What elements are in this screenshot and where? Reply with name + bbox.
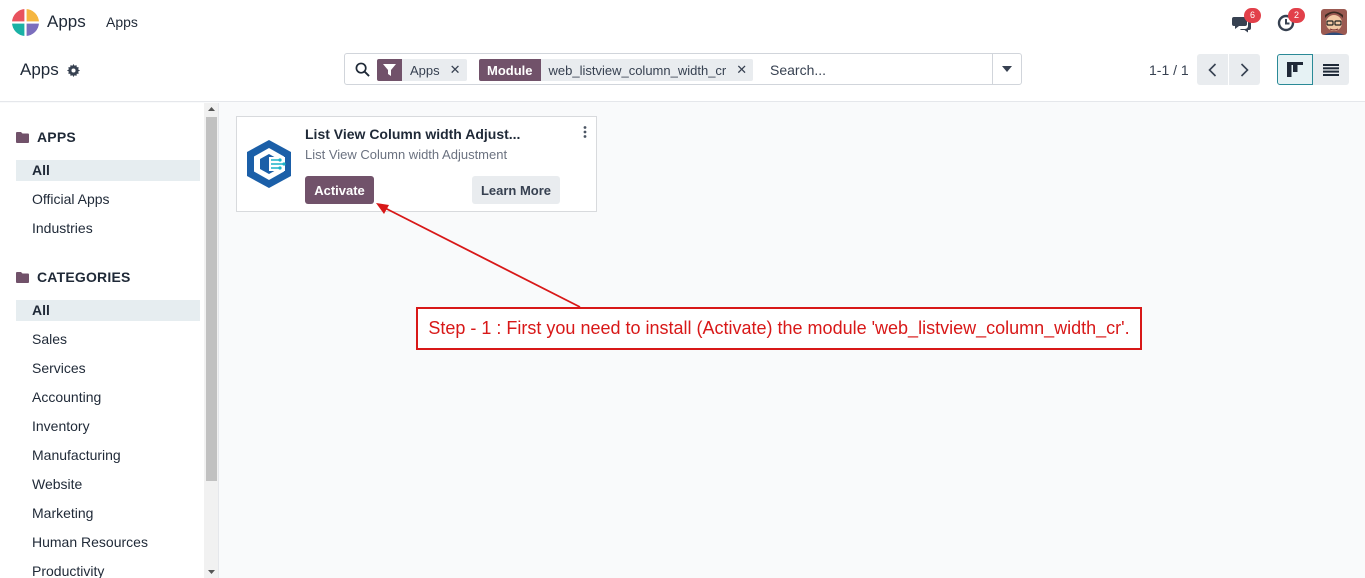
list-view-button[interactable] xyxy=(1313,54,1349,85)
scroll-down-arrow-icon[interactable] xyxy=(204,566,219,578)
sidebar-scrollbar[interactable] xyxy=(204,103,219,578)
sidebar-item-productivity[interactable]: Productivity xyxy=(16,561,200,578)
chevron-right-icon xyxy=(1240,62,1249,77)
sidebar-item-all-apps[interactable]: All xyxy=(16,160,200,181)
pager-previous-button[interactable] xyxy=(1197,54,1228,85)
kanban-icon xyxy=(1287,62,1303,77)
app-name[interactable]: Apps xyxy=(47,12,86,32)
nav-menu-apps[interactable]: Apps xyxy=(106,14,138,30)
sidebar-item-sales[interactable]: Sales xyxy=(16,329,200,350)
activate-button[interactable]: Activate xyxy=(305,176,374,204)
sidebar-item-marketing[interactable]: Marketing xyxy=(16,503,200,524)
top-navbar: Apps Apps 6 2 xyxy=(0,0,1365,44)
gear-icon[interactable] xyxy=(66,63,80,77)
facet-value: web_listview_column_width_cr ✕ xyxy=(540,59,754,81)
module-logo-icon xyxy=(247,140,291,188)
messages-count-badge: 6 xyxy=(1244,8,1261,23)
scroll-thumb[interactable] xyxy=(206,117,217,481)
facet-tag: Module xyxy=(479,59,541,81)
module-summary: List View Column width Adjustment xyxy=(305,147,508,162)
search-input[interactable] xyxy=(770,60,990,80)
breadcrumb: Apps xyxy=(20,60,80,80)
search-bar[interactable]: Apps ✕ Module web_listview_column_width_… xyxy=(344,53,1022,85)
remove-facet-icon[interactable]: ✕ xyxy=(450,62,461,78)
folder-icon xyxy=(16,131,29,143)
module-title[interactable]: List View Column width Adjust... xyxy=(305,126,520,142)
sidebar-item-services[interactable]: Services xyxy=(16,358,200,379)
list-icon xyxy=(1323,63,1339,76)
kanban-view-button[interactable] xyxy=(1277,54,1313,85)
categories-section-heading: CATEGORIES xyxy=(16,269,131,285)
filter-icon xyxy=(383,64,396,76)
sidebar-item-website[interactable]: Website xyxy=(16,474,200,495)
sidebar-item-inventory[interactable]: Inventory xyxy=(16,416,200,437)
scroll-up-arrow-icon[interactable] xyxy=(204,103,219,115)
sidebar-item-all-categories[interactable]: All xyxy=(16,300,200,321)
learn-more-button[interactable]: Learn More xyxy=(472,176,560,204)
sidebar-item-official-apps[interactable]: Official Apps xyxy=(16,189,200,210)
caret-down-icon xyxy=(1002,66,1012,72)
kebab-menu-icon[interactable] xyxy=(581,125,589,139)
facet-value: Apps ✕ xyxy=(402,59,467,81)
search-icon[interactable] xyxy=(355,62,370,77)
control-panel: Apps Apps ✕ Module web_listview_column_w… xyxy=(0,44,1365,102)
sidebar-item-industries[interactable]: Industries xyxy=(16,218,200,239)
messages-button[interactable]: 6 xyxy=(1232,8,1261,35)
annotation-callout: Step - 1 : First you need to install (Ac… xyxy=(416,307,1142,350)
facet-filter-tag xyxy=(377,59,402,81)
search-facet-apps: Apps ✕ xyxy=(377,59,467,81)
sidebar-item-human-resources[interactable]: Human Resources xyxy=(16,532,200,553)
user-avatar[interactable] xyxy=(1321,9,1347,35)
search-panel-sidebar: APPS All Official Apps Industries CATEGO… xyxy=(0,103,219,578)
chevron-left-icon xyxy=(1208,62,1217,77)
search-facet-module: Module web_listview_column_width_cr ✕ xyxy=(479,59,754,81)
page-title: Apps xyxy=(20,60,59,79)
apps-section-heading: APPS xyxy=(16,129,76,145)
activities-button[interactable]: 2 xyxy=(1277,8,1305,35)
search-options-toggle[interactable] xyxy=(992,54,1021,84)
folder-icon xyxy=(16,271,29,283)
module-card[interactable]: List View Column width Adjust... List Vi… xyxy=(236,116,597,212)
activities-count-badge: 2 xyxy=(1288,8,1305,23)
apps-menu-icon[interactable] xyxy=(12,9,39,36)
avatar-icon xyxy=(1321,9,1347,35)
pager-value[interactable]: 1-1 / 1 xyxy=(1149,62,1189,78)
sidebar-item-manufacturing[interactable]: Manufacturing xyxy=(16,445,200,466)
sidebar-item-accounting[interactable]: Accounting xyxy=(16,387,200,408)
remove-facet-icon[interactable]: ✕ xyxy=(736,62,747,78)
pager-next-button[interactable] xyxy=(1229,54,1260,85)
